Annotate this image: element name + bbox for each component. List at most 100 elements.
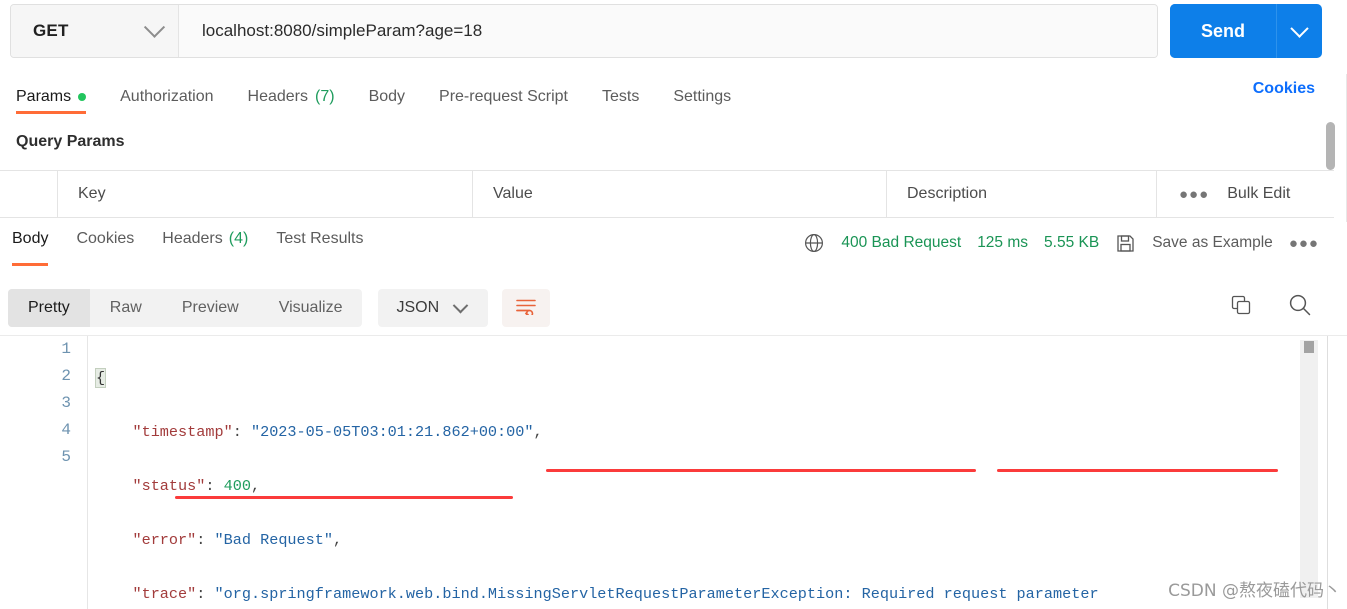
- json-comma: ,: [250, 477, 261, 495]
- word-wrap-icon: [515, 297, 537, 320]
- chevron-down-icon: [452, 297, 469, 313]
- tab-params-label: Params: [16, 87, 72, 105]
- request-pane-scrollbar[interactable]: [1326, 122, 1335, 170]
- json-value: "org.springframework.web.bind.MissingSer…: [214, 585, 1099, 603]
- response-tab-cookies-label: Cookies: [76, 230, 135, 247]
- line-number-gutter: 1 2 3 4 5: [0, 336, 88, 609]
- response-tab-cookies[interactable]: Cookies: [76, 230, 134, 270]
- body-format-select[interactable]: JSON: [378, 289, 489, 327]
- chevron-down-icon: [143, 16, 166, 38]
- response-tab-test-results-label: Test Results: [276, 230, 364, 247]
- tab-settings-label: Settings: [673, 87, 732, 105]
- save-icon[interactable]: [1115, 233, 1136, 254]
- request-url-bar: GET localhost:8080/simpleParam?age=18 Se…: [0, 0, 1347, 62]
- ellipsis-icon[interactable]: ●●●: [1289, 235, 1319, 252]
- response-body-toolbar: Pretty Raw Preview Visualize JSON: [0, 284, 1347, 332]
- tab-headers-label: Headers: [247, 87, 308, 105]
- tab-settings[interactable]: Settings: [673, 74, 731, 114]
- send-options-button[interactable]: [1276, 4, 1322, 58]
- json-separator: :: [196, 531, 215, 549]
- response-status: 400 Bad Request: [841, 234, 962, 251]
- body-toolbar-actions: [1229, 292, 1313, 323]
- code-line-1: {: [88, 365, 1347, 392]
- response-body-scrollbar-track[interactable]: [1300, 340, 1318, 598]
- response-tab-body-label: Body: [12, 230, 49, 247]
- response-tab-headers[interactable]: Headers (4): [162, 230, 248, 270]
- body-format-label: JSON: [396, 299, 440, 316]
- line-number: 2: [61, 367, 71, 385]
- json-separator: :: [196, 585, 215, 603]
- tab-pre-request-script[interactable]: Pre-request Script: [439, 74, 568, 114]
- response-size: 5.55 KB: [1044, 234, 1100, 251]
- line-number: 5: [61, 448, 71, 466]
- json-open-brace: {: [94, 368, 107, 388]
- json-value: "Bad Request": [214, 531, 333, 549]
- send-button[interactable]: Send: [1170, 4, 1276, 58]
- response-tab-body[interactable]: Body: [12, 230, 49, 270]
- json-key: "error": [132, 531, 197, 549]
- column-header-value: Value: [473, 171, 887, 217]
- ellipsis-icon[interactable]: ●●●: [1179, 186, 1209, 203]
- params-modified-dot-icon: [78, 92, 87, 101]
- column-header-key: Key: [58, 171, 473, 217]
- view-mode-preview[interactable]: Preview: [162, 289, 259, 327]
- copy-icon[interactable]: [1229, 293, 1253, 322]
- save-as-example-button[interactable]: Save as Example: [1152, 234, 1273, 252]
- tab-pre-request-script-label: Pre-request Script: [439, 87, 568, 105]
- code-pane-edge: [1327, 336, 1328, 609]
- response-body-scrollbar-thumb[interactable]: [1304, 341, 1314, 353]
- tab-params[interactable]: Params: [16, 74, 87, 114]
- param-table-actions: ●●● Bulk Edit: [1157, 171, 1334, 217]
- bulk-edit-button[interactable]: Bulk Edit: [1227, 185, 1290, 203]
- response-tab-headers-label: Headers: [162, 230, 223, 247]
- annotation-underline-exception: [546, 469, 976, 472]
- tab-body[interactable]: Body: [369, 74, 405, 114]
- response-body-code: 1 2 3 4 5 { "timestamp": "2023-05-05T03:…: [0, 336, 1347, 609]
- tab-tests[interactable]: Tests: [602, 74, 639, 114]
- code-line-5: "trace": "org.springframework.web.bind.M…: [88, 581, 1347, 608]
- method-url-group: GET localhost:8080/simpleParam?age=18: [10, 4, 1158, 58]
- json-comma: ,: [333, 531, 343, 549]
- word-wrap-button[interactable]: [502, 289, 551, 327]
- view-mode-visualize[interactable]: Visualize: [259, 289, 363, 327]
- tab-authorization[interactable]: Authorization: [120, 74, 213, 114]
- json-separator: :: [205, 477, 224, 495]
- url-input[interactable]: localhost:8080/simpleParam?age=18: [179, 5, 1157, 57]
- http-method-select[interactable]: GET: [11, 5, 179, 57]
- watermark: CSDN @熬夜磕代码丶: [1168, 581, 1341, 601]
- view-mode-segmented-control: Pretty Raw Preview Visualize: [8, 289, 363, 327]
- json-comma: ,: [533, 423, 543, 441]
- request-tabs: Params Authorization Headers (7) Body Pr…: [0, 74, 1347, 119]
- globe-icon: [803, 232, 825, 254]
- http-method-label: GET: [33, 21, 69, 40]
- query-params-table: Key Value Description ●●● Bulk Edit: [0, 170, 1334, 218]
- response-time: 125 ms: [977, 234, 1029, 251]
- tab-headers-count: (7): [315, 87, 335, 105]
- search-icon[interactable]: [1287, 292, 1313, 323]
- cookies-link[interactable]: Cookies: [1253, 80, 1315, 98]
- json-separator: :: [232, 423, 251, 441]
- view-mode-pretty[interactable]: Pretty: [8, 289, 90, 327]
- tab-body-label: Body: [368, 87, 406, 105]
- annotation-underline-username: [175, 496, 513, 499]
- response-tab-headers-count: (4): [228, 230, 249, 247]
- line-number: 1: [61, 340, 71, 358]
- tab-headers[interactable]: Headers (7): [248, 74, 335, 114]
- line-number: 3: [61, 394, 71, 412]
- response-meta: 400 Bad Request 125 ms 5.55 KB Save as E…: [803, 232, 1319, 254]
- param-checkbox-column: [0, 171, 58, 217]
- annotation-underline-required-param: [997, 469, 1278, 472]
- tab-authorization-label: Authorization: [120, 87, 214, 105]
- view-mode-raw[interactable]: Raw: [90, 289, 162, 327]
- json-key: "timestamp": [132, 423, 233, 441]
- response-tab-test-results[interactable]: Test Results: [276, 230, 363, 270]
- json-code-content[interactable]: { "timestamp": "2023-05-05T03:01:21.862+…: [88, 336, 1347, 609]
- column-header-description: Description: [887, 171, 1157, 217]
- json-key: "trace": [132, 585, 197, 603]
- line-number: 4: [61, 421, 71, 439]
- send-button-group: Send: [1170, 4, 1322, 58]
- json-key: "status": [132, 477, 206, 495]
- code-line-4: "error": "Bad Request",: [88, 527, 1347, 554]
- json-value: 400: [223, 477, 251, 495]
- query-params-title: Query Params: [16, 133, 125, 150]
